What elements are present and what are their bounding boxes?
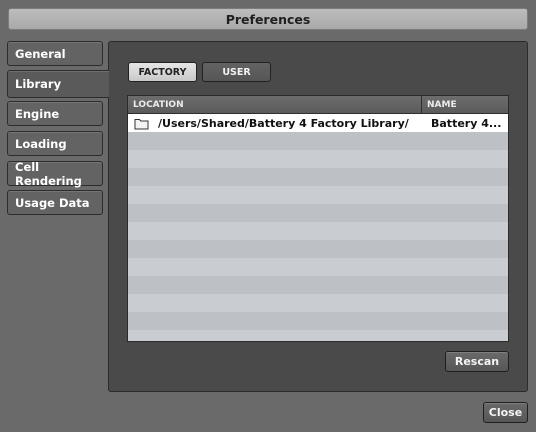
empty-row bbox=[128, 276, 508, 294]
empty-row bbox=[128, 132, 508, 150]
column-header-location[interactable]: LOCATION bbox=[128, 96, 422, 113]
empty-row bbox=[128, 168, 508, 186]
close-button[interactable]: Close bbox=[483, 402, 528, 423]
empty-row bbox=[128, 186, 508, 204]
sidebar-item-usage-data[interactable]: Usage Data bbox=[7, 190, 103, 215]
sidebar-item-label: Cell Rendering bbox=[15, 159, 82, 188]
sidebar-item-cell-rendering[interactable]: Cell Rendering bbox=[7, 159, 103, 188]
empty-row bbox=[128, 204, 508, 222]
sidebar-item-label: Loading bbox=[15, 136, 67, 151]
name-cell: Battery 4... bbox=[431, 116, 502, 130]
sidebar-item-label: Usage Data bbox=[15, 195, 90, 210]
column-header-name[interactable]: NAME bbox=[422, 96, 508, 113]
empty-row bbox=[128, 240, 508, 258]
sidebar-item-library[interactable]: Library bbox=[7, 70, 109, 98]
empty-row bbox=[128, 222, 508, 240]
window-title: Preferences bbox=[8, 8, 528, 30]
rescan-button[interactable]: Rescan bbox=[445, 351, 509, 372]
sidebar-item-engine[interactable]: Engine bbox=[7, 101, 103, 126]
user-tab[interactable]: USER bbox=[202, 62, 271, 82]
sidebar-item-label: Library bbox=[15, 77, 62, 91]
library-table: LOCATION NAME /Users/Shared/Battery 4 Fa… bbox=[127, 95, 509, 342]
table-body: /Users/Shared/Battery 4 Factory Library/… bbox=[128, 114, 508, 341]
empty-row bbox=[128, 330, 508, 341]
factory-tab[interactable]: FACTORY bbox=[128, 62, 197, 82]
sidebar-item-general[interactable]: General bbox=[7, 41, 103, 66]
sidebar-item-label: Engine bbox=[15, 106, 60, 121]
location-cell: /Users/Shared/Battery 4 Factory Library/ bbox=[158, 116, 409, 130]
sidebar-item-loading[interactable]: Loading bbox=[7, 131, 103, 156]
table-row[interactable]: /Users/Shared/Battery 4 Factory Library/… bbox=[128, 114, 508, 132]
empty-row bbox=[128, 150, 508, 168]
table-header: LOCATION NAME bbox=[128, 96, 508, 114]
folder-icon bbox=[134, 117, 149, 130]
sidebar-item-label: General bbox=[15, 46, 66, 61]
empty-row bbox=[128, 312, 508, 330]
empty-row bbox=[128, 294, 508, 312]
empty-row bbox=[128, 258, 508, 276]
